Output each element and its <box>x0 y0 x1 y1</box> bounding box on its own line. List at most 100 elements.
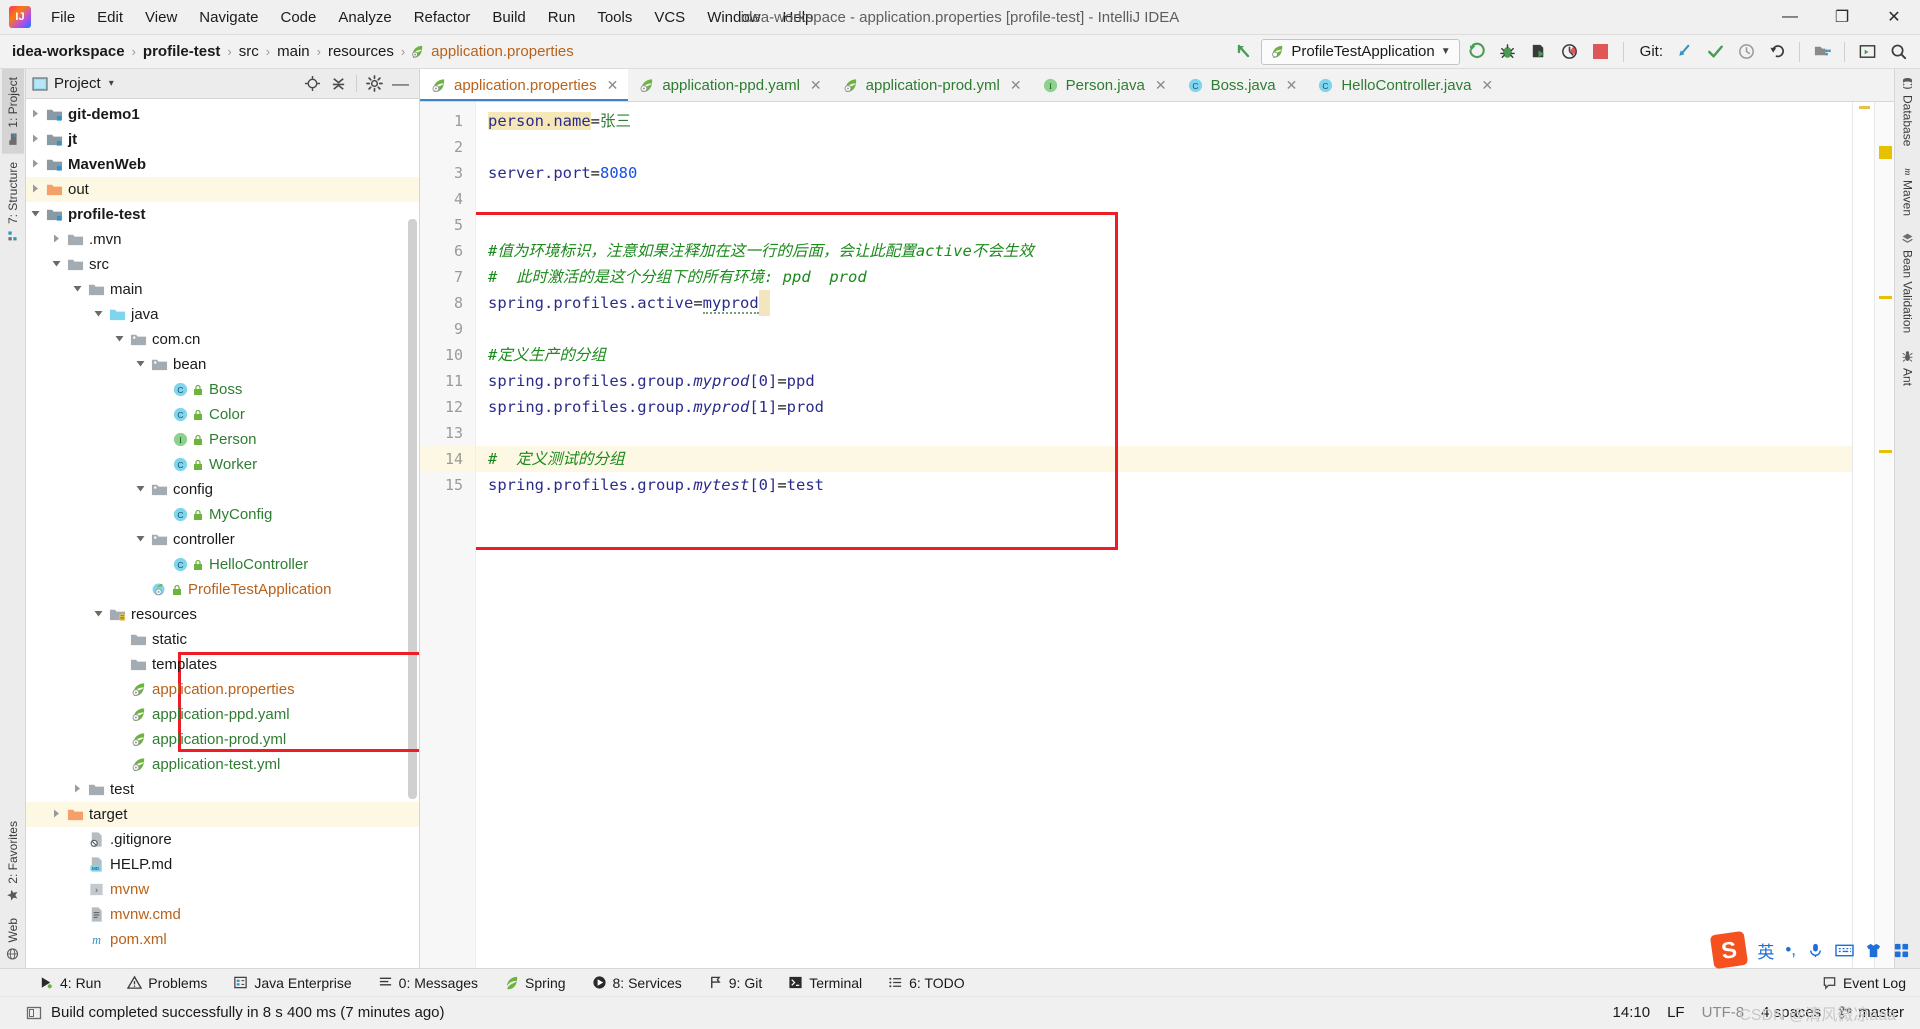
sidebar-item-bean-validation[interactable]: Bean Validation <box>1897 224 1919 341</box>
editor-tab-bar[interactable]: application.properties ✕ application-ppd.y… <box>420 69 1894 102</box>
tree-node[interactable]: profile-test <box>26 202 419 227</box>
editor-tab[interactable]: C Boss.java ✕ <box>1177 69 1308 101</box>
menu-item-code[interactable]: Code <box>269 4 327 31</box>
gutter-line-number[interactable]: 2 <box>420 134 475 160</box>
bottom-tool-window-messages[interactable]: 0: Messages <box>365 975 491 991</box>
menu-item-run[interactable]: Run <box>537 4 587 31</box>
git-update-icon[interactable] <box>1670 39 1698 65</box>
editor-tab[interactable]: I Person.java ✕ <box>1032 69 1177 101</box>
run-with-coverage-icon[interactable] <box>1525 39 1553 65</box>
editor-tab[interactable]: application.properties ✕ <box>420 69 629 101</box>
tab-close-icon[interactable]: ✕ <box>1286 77 1298 94</box>
skin-icon[interactable] <box>1865 942 1882 959</box>
chevron-collapsed-icon[interactable] <box>30 108 43 121</box>
editor-error-stripe[interactable] <box>1852 102 1874 968</box>
breadcrumb-item-main[interactable]: main <box>275 43 312 60</box>
chevron-expanded-icon[interactable] <box>93 308 106 321</box>
chevron-expanded-icon[interactable] <box>114 333 127 346</box>
tree-node[interactable]: main <box>26 277 419 302</box>
sidebar-item-database[interactable]: Database <box>1897 69 1919 154</box>
gutter-line-number[interactable]: 8 <box>420 290 475 316</box>
back-arrow-icon[interactable] <box>1230 39 1258 65</box>
editor-scrollbar-area[interactable] <box>1874 102 1894 968</box>
menu-item-vcs[interactable]: VCS <box>643 4 696 31</box>
run-configuration-selector[interactable]: ProfileTestApplication ▼ <box>1261 38 1460 65</box>
locate-icon[interactable] <box>304 75 321 92</box>
tree-node[interactable]: MD HELP.md <box>26 852 419 877</box>
menu-item-analyze[interactable]: Analyze <box>327 4 402 31</box>
collapse-all-icon[interactable] <box>330 75 347 92</box>
gutter-line-number[interactable]: 11 <box>420 368 475 394</box>
code-line[interactable] <box>476 134 1852 160</box>
gutter-line-number[interactable]: 13 <box>420 420 475 446</box>
run-icon[interactable] <box>1463 39 1491 65</box>
tree-node[interactable]: .gitignore <box>26 827 419 852</box>
close-icon[interactable]: ✕ <box>1868 0 1920 35</box>
chevron-collapsed-icon[interactable] <box>30 183 43 196</box>
sidebar-item-maven[interactable]: m Maven <box>1897 154 1919 224</box>
breadcrumb-item-module[interactable]: profile-test <box>141 43 223 60</box>
maximize-icon[interactable]: ❐ <box>1816 0 1868 35</box>
event-log-label[interactable]: Event Log <box>1843 975 1906 991</box>
chevron-expanded-icon[interactable] <box>30 208 43 221</box>
stop-icon[interactable] <box>1587 39 1615 65</box>
tree-node[interactable]: templates <box>26 652 419 677</box>
gutter-line-number[interactable]: 12 <box>420 394 475 420</box>
bottom-tool-window-services[interactable]: 8: Services <box>579 975 695 991</box>
sogou-ime-logo-icon[interactable]: S <box>1710 930 1749 970</box>
sidebar-item-ant[interactable]: Ant <box>1897 342 1919 394</box>
code-line[interactable]: # 此时激活的是这个分组下的所有环境: ppd prod <box>476 264 1852 290</box>
tab-close-icon[interactable]: ✕ <box>1155 77 1167 94</box>
git-commit-icon[interactable] <box>1701 39 1729 65</box>
encoding-indicator[interactable]: UTF-8 <box>1702 1004 1745 1021</box>
code-line[interactable]: #值为环境标识，注意如果注释加在这一行的后面，会让此配置active不会生效 <box>476 238 1852 264</box>
soft-keyboard-icon[interactable] <box>1835 942 1854 959</box>
bottom-tool-window-problems[interactable]: Problems <box>114 975 220 991</box>
tree-node[interactable]: C MyConfig <box>26 502 419 527</box>
tree-node[interactable]: application-ppd.yaml <box>26 702 419 727</box>
tree-node[interactable]: config <box>26 477 419 502</box>
debug-icon[interactable] <box>1494 39 1522 65</box>
code-line[interactable]: spring.profiles.group.myprod[1]=prod <box>476 394 1852 420</box>
gear-icon[interactable] <box>366 75 383 92</box>
menu-item-build[interactable]: Build <box>481 4 536 31</box>
breadcrumb-item-resources[interactable]: resources <box>326 43 396 60</box>
editor-tab[interactable]: C HelloController.java ✕ <box>1307 69 1503 101</box>
tree-node[interactable]: mvnw.cmd <box>26 902 419 927</box>
code-line[interactable]: server.port=8080 <box>476 160 1852 186</box>
sidebar-item-project[interactable]: 1: Project <box>1 69 24 154</box>
chevron-expanded-icon[interactable] <box>135 483 148 496</box>
tree-node[interactable]: application-test.yml <box>26 752 419 777</box>
tree-node[interactable]: C Worker <box>26 452 419 477</box>
tree-node[interactable]: C HelloController <box>26 552 419 577</box>
project-tree[interactable]: git-demo1 jt MavenWeb out profile-test .mvn sr… <box>26 99 419 968</box>
menu-item-edit[interactable]: Edit <box>86 4 134 31</box>
project-structure-icon[interactable] <box>1808 39 1836 65</box>
tab-close-icon[interactable]: ✕ <box>1481 77 1493 94</box>
tree-node[interactable]: controller <box>26 527 419 552</box>
bottom-tool-window-terminal[interactable]: Terminal <box>775 975 875 991</box>
gutter-line-number[interactable]: 9 <box>420 316 475 342</box>
tree-node[interactable]: m pom.xml <box>26 927 419 952</box>
tree-node[interactable]: jt <box>26 127 419 152</box>
chevron-expanded-icon[interactable] <box>93 608 106 621</box>
chevron-collapsed-icon[interactable] <box>30 133 43 146</box>
voice-input-icon[interactable] <box>1807 942 1824 959</box>
tree-node[interactable]: application.properties <box>26 677 419 702</box>
tree-node[interactable]: test <box>26 777 419 802</box>
code-line[interactable]: #定义生产的分组 <box>476 342 1852 368</box>
editor-code[interactable]: person.name=张三 server.port=8080 #值为环境标识，… <box>476 102 1852 968</box>
gutter-line-number[interactable]: 10 <box>420 342 475 368</box>
chevron-collapsed-icon[interactable] <box>72 783 85 796</box>
tree-node[interactable]: java <box>26 302 419 327</box>
editor-tab[interactable]: application-prod.yml ✕ <box>832 69 1032 101</box>
chevron-collapsed-icon[interactable] <box>51 233 64 246</box>
tree-node[interactable]: bean <box>26 352 419 377</box>
tree-node[interactable]: static <box>26 627 419 652</box>
terminal-icon[interactable] <box>1853 39 1881 65</box>
menu-item-file[interactable]: File <box>40 4 86 31</box>
tree-node[interactable]: C Boss <box>26 377 419 402</box>
tree-node[interactable]: out <box>26 177 419 202</box>
breadcrumb-item-src[interactable]: src <box>237 43 261 60</box>
chevron-expanded-icon[interactable] <box>135 358 148 371</box>
